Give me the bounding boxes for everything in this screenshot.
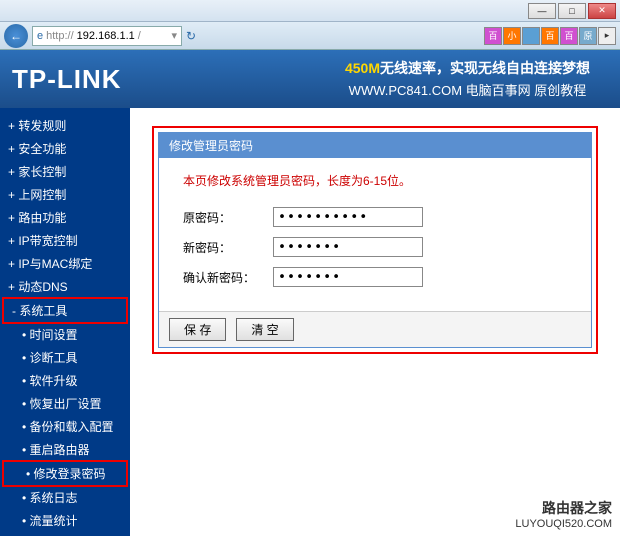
panel-title: 修改管理员密码 bbox=[159, 133, 591, 158]
sidebar: + 转发规则 + 安全功能 + 家长控制 + 上网控制 + 路由功能 + IP带… bbox=[0, 108, 130, 536]
browser-tabs: 百 小 百 百 原 ▸ bbox=[484, 27, 616, 45]
close-button[interactable]: ✕ bbox=[588, 3, 616, 19]
panel-hint: 本页修改系统管理员密码，长度为6-15位。 bbox=[183, 172, 567, 189]
refresh-icon[interactable]: ↻ bbox=[186, 29, 196, 43]
tab-2[interactable]: 小 bbox=[503, 27, 521, 45]
sidebar-item-ipmac[interactable]: + IP与MAC绑定 bbox=[0, 252, 130, 275]
banner-slogan: 无线速率，实现无线自由连接梦想 bbox=[380, 60, 590, 76]
tab-4[interactable]: 百 bbox=[541, 27, 559, 45]
sidebar-item-bandwidth[interactable]: + IP带宽控制 bbox=[0, 229, 130, 252]
sidebar-sub-factory[interactable]: • 恢复出厂设置 bbox=[0, 392, 130, 415]
watermark: 路由器之家 LUYOUQI520.COM bbox=[515, 498, 612, 530]
back-button[interactable]: ← bbox=[4, 24, 28, 48]
confirm-password-label: 确认新密码： bbox=[183, 269, 273, 286]
old-password-input[interactable] bbox=[273, 207, 423, 227]
old-password-label: 原密码： bbox=[183, 209, 273, 226]
sidebar-sub-syslog[interactable]: • 系统日志 bbox=[0, 486, 130, 509]
sidebar-sub-diag[interactable]: • 诊断工具 bbox=[0, 346, 130, 369]
banner-speed: 450M bbox=[345, 60, 380, 76]
url-input[interactable]: e http://192.168.1.1/ ▾ bbox=[32, 26, 182, 46]
sidebar-item-access[interactable]: + 上网控制 bbox=[0, 183, 130, 206]
header-banner: TP-LINK 450M无线速率，实现无线自由连接梦想 WWW.PC841.CO… bbox=[0, 50, 620, 108]
tab-1[interactable]: 百 bbox=[484, 27, 502, 45]
url-prefix: http:// bbox=[46, 30, 74, 42]
password-panel: 修改管理员密码 本页修改系统管理员密码，长度为6-15位。 原密码： 新密码： … bbox=[158, 132, 592, 348]
sidebar-item-security[interactable]: + 安全功能 bbox=[0, 137, 130, 160]
new-password-input[interactable] bbox=[273, 237, 423, 257]
content-area: 修改管理员密码 本页修改系统管理员密码，长度为6-15位。 原密码： 新密码： … bbox=[130, 108, 620, 536]
banner-headline: 450M无线速率，实现无线自由连接梦想 bbox=[345, 58, 590, 78]
sidebar-item-parental[interactable]: + 家长控制 bbox=[0, 160, 130, 183]
sidebar-sub-time[interactable]: • 时间设置 bbox=[0, 323, 130, 346]
sidebar-sub-traffic[interactable]: • 流量统计 bbox=[0, 509, 130, 532]
sidebar-item-ddns[interactable]: + 动态DNS bbox=[0, 275, 130, 298]
new-password-label: 新密码： bbox=[183, 239, 273, 256]
maximize-button[interactable]: □ bbox=[558, 3, 586, 19]
dropdown-icon[interactable]: ▾ bbox=[171, 29, 177, 42]
tab-6[interactable]: 原 bbox=[579, 27, 597, 45]
sidebar-item-system-tools[interactable]: - 系统工具 bbox=[2, 297, 128, 324]
sidebar-sub-reboot[interactable]: • 重启路由器 bbox=[0, 438, 130, 461]
banner-subtitle: WWW.PC841.COM 电脑百事网 原创教程 bbox=[345, 80, 590, 99]
sidebar-sub-backup[interactable]: • 备份和载入配置 bbox=[0, 415, 130, 438]
confirm-password-input[interactable] bbox=[273, 267, 423, 287]
sidebar-item-forward[interactable]: + 转发规则 bbox=[0, 114, 130, 137]
watermark-url: LUYOUQI520.COM bbox=[515, 518, 612, 530]
watermark-title: 路由器之家 bbox=[515, 498, 612, 518]
highlight-box: 修改管理员密码 本页修改系统管理员密码，长度为6-15位。 原密码： 新密码： … bbox=[152, 126, 598, 354]
tab-3[interactable] bbox=[522, 27, 540, 45]
logo: TP-LINK bbox=[12, 64, 122, 95]
url-suffix: / bbox=[138, 30, 141, 42]
new-tab-icon[interactable]: ▸ bbox=[598, 27, 616, 45]
window-titlebar: — □ ✕ bbox=[0, 0, 620, 22]
save-button[interactable]: 保 存 bbox=[169, 318, 226, 341]
minimize-button[interactable]: — bbox=[528, 3, 556, 19]
sidebar-sub-change-password[interactable]: • 修改登录密码 bbox=[2, 460, 128, 487]
sidebar-sub-upgrade[interactable]: • 软件升级 bbox=[0, 369, 130, 392]
sidebar-item-routing[interactable]: + 路由功能 bbox=[0, 206, 130, 229]
address-bar: ← e http://192.168.1.1/ ▾ ↻ 百 小 百 百 原 ▸ bbox=[0, 22, 620, 50]
tab-5[interactable]: 百 bbox=[560, 27, 578, 45]
clear-button[interactable]: 清 空 bbox=[236, 318, 293, 341]
url-host: 192.168.1.1 bbox=[77, 30, 135, 42]
ie-icon: e bbox=[37, 30, 43, 42]
